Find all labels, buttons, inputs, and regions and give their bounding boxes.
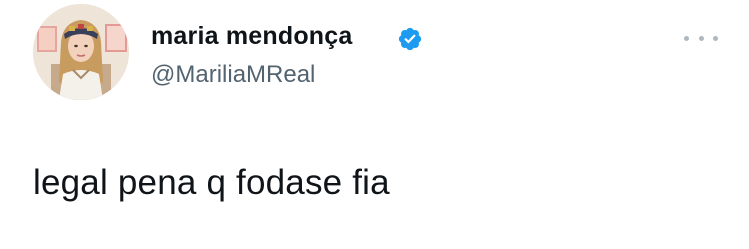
verified-badge-icon	[398, 27, 422, 51]
more-dot	[684, 35, 689, 41]
avatar[interactable]	[33, 4, 129, 100]
profile-photo	[33, 4, 129, 100]
more-dot	[713, 35, 718, 41]
display-name[interactable]: maria mendonça	[151, 22, 352, 51]
tweet-card: maria mendonça @MariliaMReal legal pena …	[0, 0, 749, 249]
more-options-icon[interactable]	[684, 28, 718, 48]
tweet-text: legal pena q fodase fia	[33, 163, 390, 202]
user-handle[interactable]: @MariliaMReal	[151, 61, 315, 89]
more-dot	[698, 35, 704, 41]
